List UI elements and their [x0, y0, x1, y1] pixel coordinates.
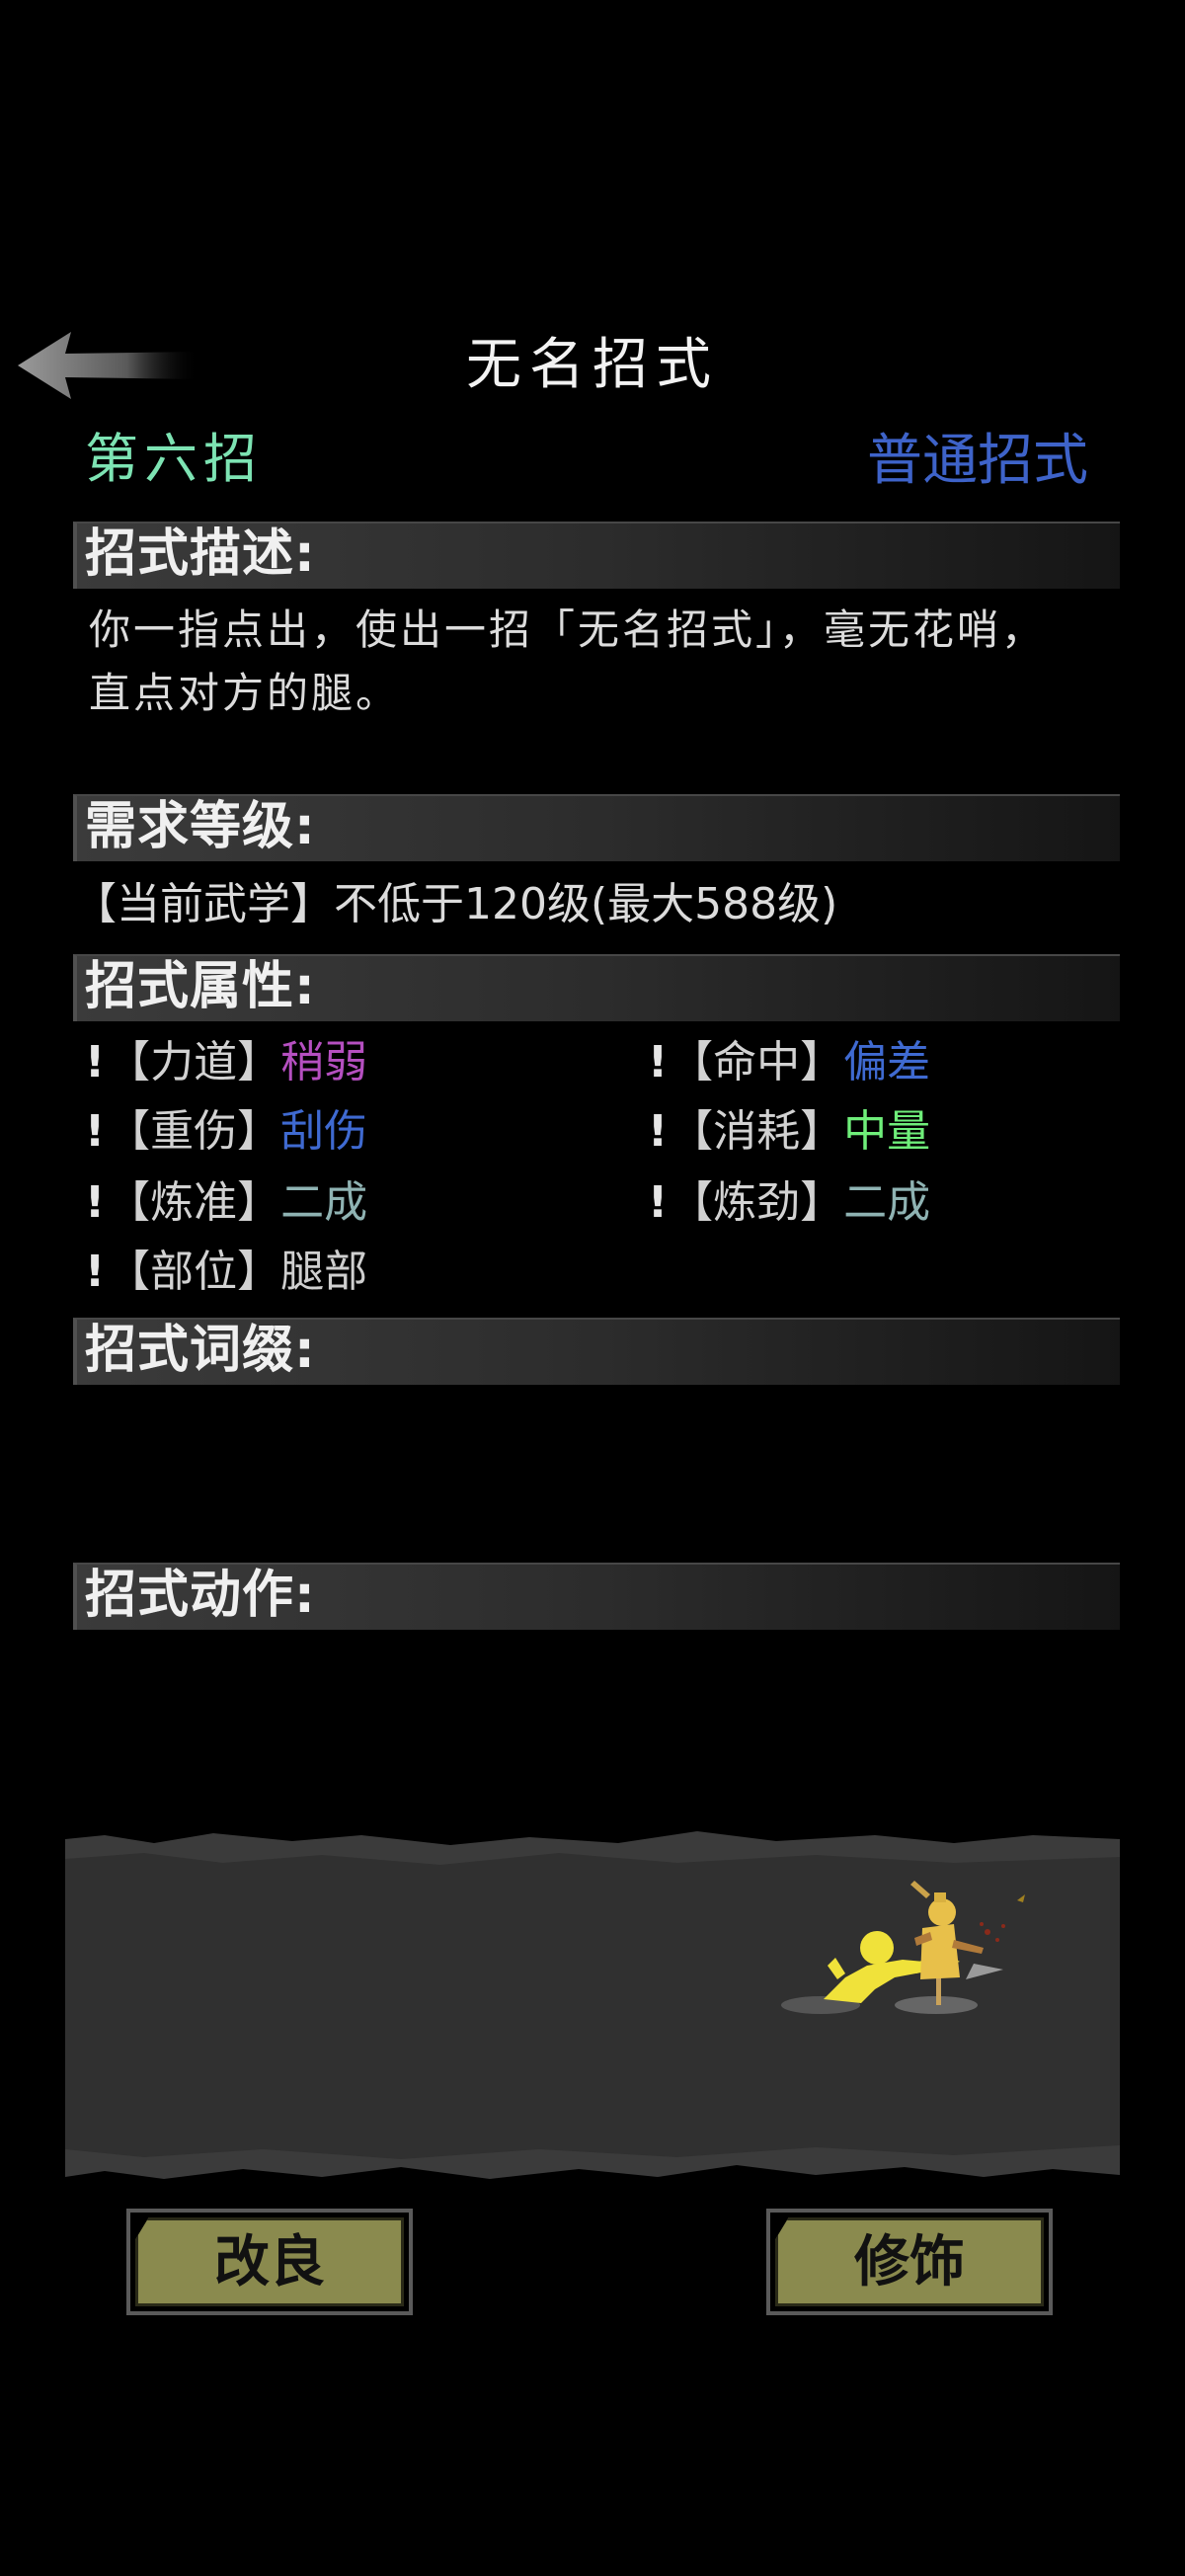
section-description-bar: 招式描述:: [73, 522, 1120, 589]
attr-value: 中量: [843, 1106, 931, 1157]
description-line: 你一指点出，使出一招「无名招式」，毫无花哨，: [89, 605, 1047, 654]
attr-key: 【命中】: [670, 1037, 844, 1087]
attr-key: 【炼准】: [107, 1177, 281, 1228]
section-affixes-bar: 招式词缀:: [73, 1318, 1120, 1385]
attr-item[interactable]: !【命中】偏差: [648, 1031, 930, 1094]
attr-key: 【重伤】: [107, 1106, 281, 1157]
improve-button-label: 改良: [214, 2230, 325, 2294]
move-type-label: 普通招式: [867, 429, 1088, 493]
section-actions-bar: 招式动作:: [73, 1563, 1120, 1630]
info-icon: !: [648, 1037, 669, 1087]
section-actions-title: 招式动作:: [85, 1566, 316, 1625]
section-level-title: 需求等级:: [85, 797, 316, 856]
attr-key: 【消耗】: [670, 1106, 844, 1157]
attr-value: 刮伤: [280, 1106, 368, 1157]
attr-key: 【力道】: [107, 1037, 281, 1087]
info-icon: !: [648, 1177, 669, 1228]
attr-item[interactable]: !【消耗】中量: [648, 1100, 930, 1164]
move-animation-stage: [65, 1829, 1120, 2185]
info-icon: !: [85, 1106, 106, 1157]
info-icon: !: [85, 1177, 106, 1228]
info-icon: !: [648, 1106, 669, 1157]
attr-value: 二成: [280, 1177, 368, 1228]
info-icon: !: [85, 1037, 106, 1087]
attr-item[interactable]: !【力道】稍弱: [85, 1031, 367, 1094]
attr-value: 二成: [843, 1177, 931, 1228]
section-attributes-title: 招式属性:: [85, 957, 316, 1016]
attr-value: 腿部: [280, 1247, 368, 1297]
section-description-title: 招式描述:: [85, 524, 316, 584]
decorate-button-label: 修饰: [854, 2230, 965, 2294]
attr-key: 【炼劲】: [670, 1177, 844, 1228]
description-line: 直点对方的腿。: [89, 669, 401, 717]
section-affixes-title: 招式词缀:: [85, 1321, 316, 1380]
move-description: 你一指点出，使出一招「无名招式」，毫无花哨， 直点对方的腿。: [89, 599, 1116, 725]
attr-item[interactable]: !【炼准】二成: [85, 1171, 367, 1235]
section-level-bar: 需求等级:: [73, 794, 1120, 861]
move-index-label: 第六招: [85, 428, 263, 490]
attr-key: 【部位】: [107, 1247, 281, 1297]
improve-button[interactable]: 改良: [126, 2209, 413, 2315]
page-title: 无名招式: [466, 333, 719, 397]
attr-value: 稍弱: [280, 1037, 368, 1087]
attr-item[interactable]: !【重伤】刮伤: [85, 1100, 367, 1164]
attr-value: 偏差: [843, 1037, 931, 1087]
attr-item[interactable]: !【炼劲】二成: [648, 1171, 930, 1235]
section-attributes-bar: 招式属性:: [73, 954, 1120, 1021]
decorate-button[interactable]: 修饰: [766, 2209, 1053, 2315]
info-icon: !: [85, 1247, 106, 1297]
level-requirement: 【当前武学】不低于120级(最大588级): [73, 879, 838, 929]
attr-item[interactable]: !【部位】腿部: [85, 1241, 367, 1304]
